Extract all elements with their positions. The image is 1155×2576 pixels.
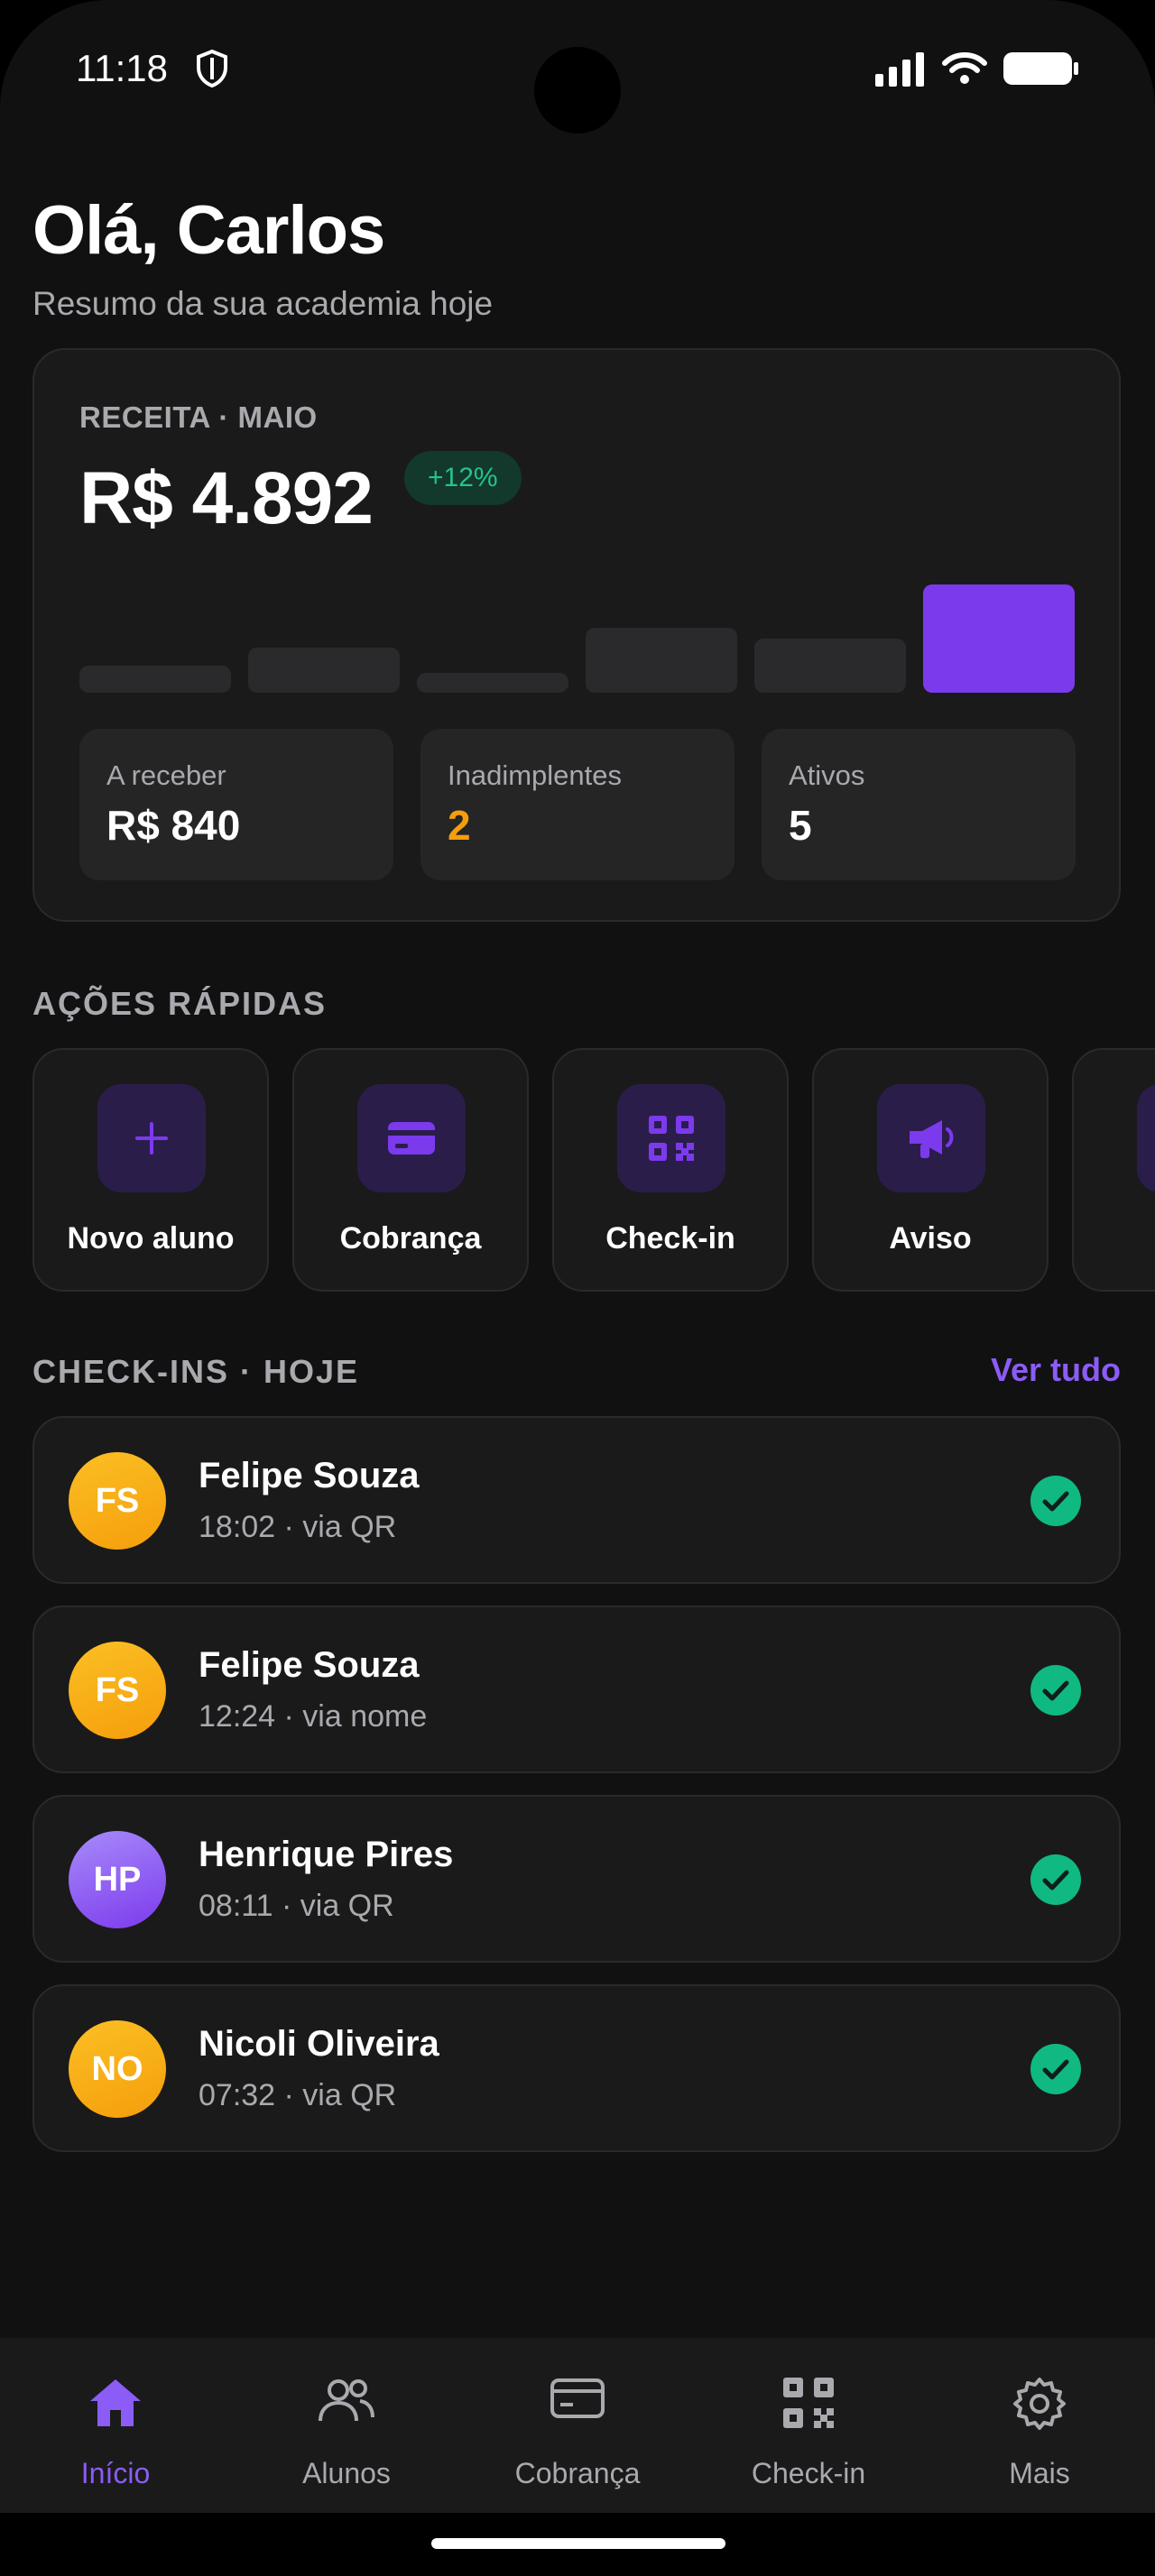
- revenue-amount: R$ 4.892: [79, 457, 374, 539]
- nav-students[interactable]: Alunos: [231, 2338, 462, 2513]
- nav-home[interactable]: Início: [0, 2338, 231, 2513]
- gear-icon: [924, 2376, 1155, 2432]
- revenue-label: RECEITA · MAIO: [79, 400, 318, 434]
- action-label: Aviso: [889, 1221, 972, 1256]
- revenue-card[interactable]: RECEITA · MAIO R$ 4.892 +12% A receber R…: [32, 348, 1121, 922]
- stat-value: R$ 840: [106, 802, 241, 849]
- action-billing[interactable]: Cobrança: [292, 1048, 529, 1292]
- action-label: Novo aluno: [67, 1221, 235, 1256]
- revenue-change-badge: +12%: [404, 451, 522, 505]
- megaphone-icon: [877, 1084, 985, 1192]
- see-all-link[interactable]: Ver tudo: [991, 1351, 1121, 1389]
- qr-code-icon: [693, 2376, 924, 2430]
- stat-label: A receber: [106, 759, 226, 791]
- avatar: NO: [69, 2020, 166, 2118]
- checkin-meta: 07:32 · via QR: [199, 2078, 397, 2112]
- page-subtitle: Resumo da sua academia hoje: [32, 285, 494, 322]
- nav-more[interactable]: Mais: [924, 2338, 1155, 2513]
- stat-overdue[interactable]: Inadimplentes 2: [420, 729, 735, 880]
- plus-icon: [97, 1084, 206, 1192]
- checkins-title: CHECK-INS · HOJE: [32, 1353, 360, 1390]
- check-circle-icon: [1030, 1665, 1081, 1720]
- revenue-bar: [754, 639, 906, 693]
- status-indicators: [875, 51, 1079, 87]
- revenue-bar: [248, 648, 400, 693]
- quick-actions-row[interactable]: Novo aluno Cobrança Check-in Aviso: [32, 1048, 1155, 1292]
- checkin-meta: 18:02 · via QR: [199, 1510, 397, 1544]
- qr-code-icon: [617, 1084, 725, 1192]
- quick-actions-title: AÇÕES RÁPIDAS: [32, 985, 328, 1022]
- signal-icon: [875, 52, 924, 87]
- stat-label: Ativos: [789, 759, 865, 791]
- home-indicator[interactable]: [431, 2538, 725, 2549]
- action-checkin[interactable]: Check-in: [552, 1048, 789, 1292]
- checkin-meta: 08:11 · via QR: [199, 1889, 394, 1923]
- revenue-bar-current: [923, 584, 1075, 693]
- checkin-name: Nicoli Oliveira: [199, 2024, 439, 2064]
- checkin-item[interactable]: HP Henrique Pires 08:11 · via QR: [32, 1795, 1121, 1963]
- stat-value: 5: [789, 802, 812, 849]
- avatar: FS: [69, 1642, 166, 1739]
- revenue-bar: [417, 673, 568, 693]
- checkin-meta: 12:24 · via nome: [199, 1699, 428, 1734]
- app-screen: 11:18 Olá, Carlos Resumo da sua academia…: [0, 0, 1155, 2576]
- checkin-name: Felipe Souza: [199, 1645, 420, 1685]
- wifi-icon: [942, 52, 987, 84]
- nav-billing[interactable]: Cobrança: [462, 2338, 693, 2513]
- action-label: Check-in: [605, 1221, 735, 1256]
- card-icon: [357, 1084, 466, 1192]
- page-title: Olá, Carlos: [32, 192, 385, 269]
- nav-label: Alunos: [302, 2457, 391, 2489]
- check-circle-icon: [1030, 1854, 1081, 1909]
- stat-label: Inadimplentes: [448, 759, 623, 791]
- revenue-bar: [586, 628, 737, 693]
- check-circle-icon: [1030, 2044, 1081, 2099]
- action-more-partial[interactable]: [1072, 1048, 1155, 1292]
- nav-checkin[interactable]: Check-in: [693, 2338, 924, 2513]
- action-icon: [1137, 1084, 1155, 1192]
- nav-label: Cobrança: [514, 2457, 641, 2489]
- checkin-item[interactable]: FS Felipe Souza 18:02 · via QR: [32, 1416, 1121, 1584]
- stat-value: 2: [448, 802, 471, 849]
- battery-icon: [1003, 52, 1078, 85]
- nav-label: Check-in: [751, 2457, 866, 2489]
- action-new-student[interactable]: Novo aluno: [32, 1048, 269, 1292]
- users-icon: [231, 2376, 462, 2426]
- stat-receivable[interactable]: A receber R$ 840: [79, 729, 393, 880]
- checkin-item[interactable]: NO Nicoli Oliveira 07:32 · via QR: [32, 1984, 1121, 2152]
- shield-icon: [195, 49, 229, 93]
- nav-label: Mais: [1009, 2457, 1070, 2489]
- action-label: Cobrança: [339, 1221, 482, 1256]
- status-time: 11:18: [76, 47, 168, 89]
- avatar: HP: [69, 1831, 166, 1928]
- bottom-nav: Início Alunos Cobrança Check-in Mais: [0, 2338, 1155, 2513]
- home-icon: [0, 2376, 231, 2430]
- check-circle-icon: [1030, 1476, 1081, 1531]
- checkin-name: Felipe Souza: [199, 1456, 420, 1495]
- avatar: FS: [69, 1452, 166, 1550]
- checkin-item[interactable]: FS Felipe Souza 12:24 · via nome: [32, 1605, 1121, 1773]
- revenue-bar: [79, 666, 231, 693]
- stat-active[interactable]: Ativos 5: [762, 729, 1076, 880]
- action-notice[interactable]: Aviso: [812, 1048, 1049, 1292]
- checkin-name: Henrique Pires: [199, 1835, 454, 1874]
- card-icon: [462, 2376, 693, 2421]
- nav-label: Início: [80, 2457, 151, 2489]
- camera-cutout: [534, 47, 621, 133]
